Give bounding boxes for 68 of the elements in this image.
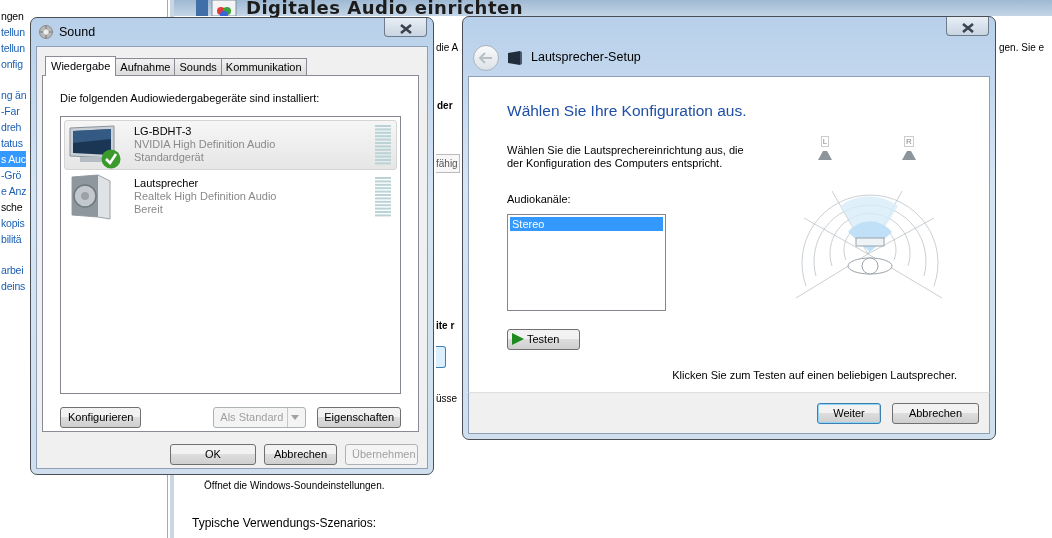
button[interactable]: Eigenschaften (317, 406, 401, 428)
close-button[interactable] (384, 18, 427, 37)
device-name: Lautsprecher (134, 177, 200, 190)
play-icon (512, 333, 524, 346)
window-title: Sound (59, 23, 96, 41)
tab[interactable]: Aufnahme (115, 58, 176, 75)
description-text: Wählen Sie die Lautsprechereinrichtung aus, die der Konfiguration des Computers entspricht. (507, 144, 745, 171)
device-status: Bereit (134, 203, 164, 216)
button[interactable]: Weiter (817, 402, 881, 424)
tab[interactable]: Wiedergabe (45, 56, 117, 76)
button[interactable] (436, 346, 446, 368)
speaker-button[interactable]: L (816, 136, 834, 163)
sidebar-link[interactable]: onfig (0, 56, 23, 72)
hint-text: Klicken Sie zum Testen auf einen beliebigen Lautsprecher. (671, 367, 957, 383)
sidebar-link[interactable]: ng än (0, 87, 27, 103)
speaker-icon (818, 151, 832, 162)
button[interactable]: Abbrechen (892, 402, 979, 424)
volume-meter-icon (375, 176, 391, 217)
volume-meter-icon (375, 124, 391, 165)
device-driver: Realtek High Definition Audio (134, 190, 277, 203)
device-status: Standardgerät (134, 151, 205, 164)
sidebar-link[interactable]: -Grö (0, 167, 22, 183)
tab[interactable]: Kommunikation (220, 58, 307, 75)
test-button[interactable]: Testen (507, 328, 580, 350)
button[interactable]: Abbrechen (264, 444, 337, 465)
sidebar-link[interactable]: bilitä (0, 231, 22, 247)
close-button[interactable] (946, 17, 989, 36)
close-icon (399, 24, 412, 34)
sidebar-link[interactable]: deins (0, 278, 26, 294)
monitor-icon (68, 124, 118, 165)
body-text: Öffnet die Windows-Soundeinstellungen. (204, 479, 385, 493)
speaker-icon (39, 25, 53, 39)
subheading: Typische Verwendungs-Szenarios: (192, 515, 377, 532)
sidebar-item: sche (0, 200, 23, 215)
sidebar-link[interactable]: tellun (0, 24, 25, 40)
instruction-text: Die folgenden Audiowiedergabegeräte sind installiert: (60, 91, 321, 106)
sidebar-link[interactable]: arbei (0, 262, 24, 278)
window-title: Lautsprecher-Setup (531, 49, 641, 67)
body-text: üsse (436, 392, 458, 406)
close-icon (961, 23, 974, 33)
section-heading: ite r (436, 319, 455, 333)
sidebar-link[interactable]: tellun (0, 40, 25, 56)
sidebar-link[interactable]: kopis (0, 215, 25, 231)
speaker-icon (507, 50, 523, 65)
page-title: Digitales Audio einrichten (246, 0, 524, 16)
button[interactable]: Konfigurieren (60, 406, 142, 428)
body-text: gen. Sie e (999, 41, 1045, 55)
field-label: Audiokanäle: (507, 192, 572, 208)
sidebar-link[interactable]: tatus (0, 135, 23, 151)
device-item[interactable]: Lautsprecher Realtek High Definition Audio Bereit (64, 171, 397, 222)
heading: Wählen Sie Ihre Konfiguration aus. (507, 101, 748, 121)
device-item[interactable]: LG-BDHT-3 NVIDIA High Definition Audio Standardgerät (64, 119, 397, 170)
section-heading: der (437, 99, 453, 113)
sidebar-link[interactable]: e Anz (0, 183, 27, 199)
sidebar-link[interactable]: dreh (0, 119, 22, 135)
device-name: LG-BDHT-3 (134, 125, 193, 138)
sidebar-item: ngen (0, 9, 24, 24)
caret-icon (291, 415, 300, 421)
speaker-icon (68, 172, 112, 221)
back-arrow-icon (479, 51, 493, 64)
speaker-icon (902, 151, 916, 162)
sidebar-link[interactable]: -Far (0, 103, 20, 119)
speaker-button[interactable]: R (900, 136, 918, 163)
device-driver: NVIDIA High Definition Audio (134, 138, 276, 151)
dropdown-field: fähig (436, 154, 460, 173)
tab[interactable]: Sounds (174, 58, 222, 75)
button[interactable]: OK (170, 444, 256, 465)
body-text: die A (436, 41, 459, 55)
